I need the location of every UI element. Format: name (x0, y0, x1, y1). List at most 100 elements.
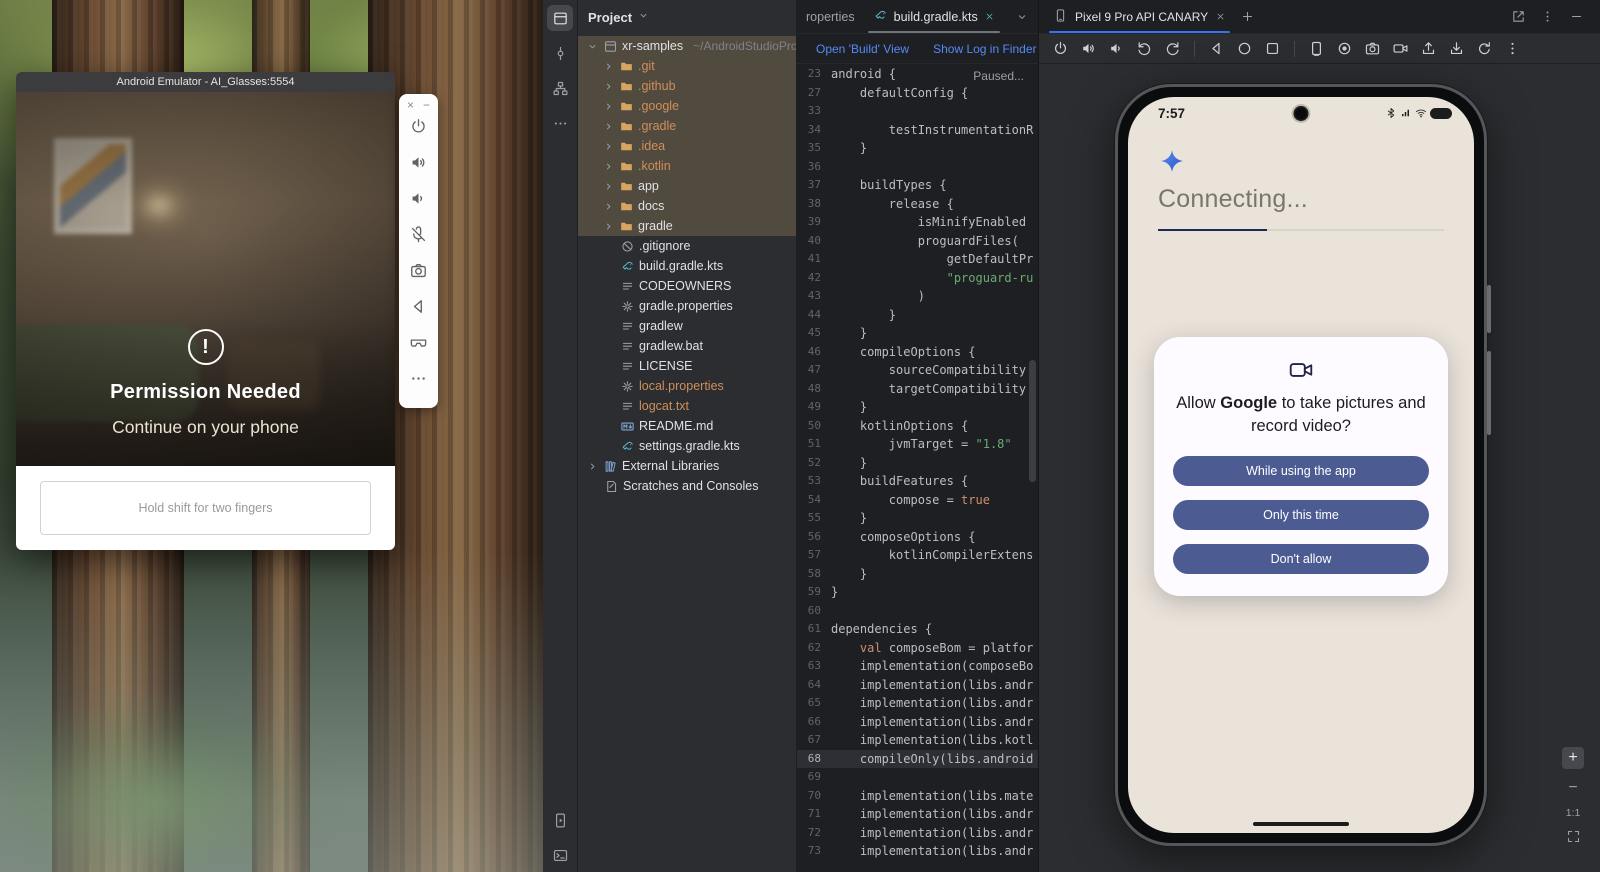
code-line-61[interactable]: 61dependencies { (797, 620, 1038, 639)
volume-up-button[interactable] (1077, 37, 1100, 60)
tree-item-license[interactable]: LICENSE (578, 356, 796, 376)
tree-item-gradle-properties[interactable]: gradle.properties (578, 296, 796, 316)
more-vertical-button[interactable] (1540, 9, 1555, 24)
activity-project-button[interactable] (547, 5, 573, 31)
tree-item-external-libraries[interactable]: External Libraries (578, 456, 796, 476)
screen-record-button[interactable] (1333, 37, 1356, 60)
code-line-39[interactable]: 39 isMinifyEnabled (797, 213, 1038, 232)
zoom-out-button[interactable]: − (1568, 779, 1577, 797)
activity-structure-button[interactable] (547, 75, 573, 101)
back-button[interactable] (409, 297, 428, 316)
code-line-37[interactable]: 37 buildTypes { (797, 176, 1038, 195)
more-vertical-button[interactable] (1501, 37, 1524, 60)
close-tab-button[interactable] (984, 11, 995, 22)
code-line-48[interactable]: 48 targetCompatibility (797, 380, 1038, 399)
code-line-49[interactable]: 49 } (797, 398, 1038, 417)
emulator-screen[interactable]: ! Permission Needed Continue on your pho… (16, 92, 395, 466)
code-line-41[interactable]: 41 getDefaultPr (797, 250, 1038, 269)
minus-button[interactable] (1569, 9, 1584, 24)
rotate-right-button[interactable] (1161, 37, 1184, 60)
open-build-view-link[interactable]: Open 'Build' View (816, 42, 909, 56)
tree-item-xr-samples[interactable]: xr-samples~/AndroidStudioProj (578, 36, 796, 56)
code-line-34[interactable]: 34 testInstrumentationR (797, 121, 1038, 140)
volume-down-button[interactable] (1105, 37, 1128, 60)
code-line-27[interactable]: 27 defaultConfig { (797, 84, 1038, 103)
code-line-71[interactable]: 71 implementation(libs.andr (797, 805, 1038, 824)
emulator-title-bar[interactable]: Android Emulator - AI_Glasses:5554 (16, 72, 395, 92)
tree-item-gitignore[interactable]: .gitignore (578, 236, 796, 256)
overview-button[interactable] (1261, 37, 1284, 60)
tree-item-build-gradle-kts[interactable]: build.gradle.kts (578, 256, 796, 276)
tree-item-readme-md[interactable]: README.md (578, 416, 796, 436)
device-screen[interactable]: 7:57 Connecting... (1128, 97, 1474, 833)
tree-item-gradle[interactable]: .gradle (578, 116, 796, 136)
show-log-in-finder-link[interactable]: Show Log in Finder (933, 42, 1036, 56)
code-line-36[interactable]: 36 (797, 158, 1038, 177)
tree-item-logcat-txt[interactable]: logcat.txt (578, 396, 796, 416)
video-button[interactable] (1389, 37, 1412, 60)
code-line-59[interactable]: 59} (797, 583, 1038, 602)
fit-screen-button[interactable] (1566, 829, 1581, 844)
tree-item-idea[interactable]: .idea (578, 136, 796, 156)
code-line-46[interactable]: 46 compileOptions { (797, 343, 1038, 362)
toolbar-close-button[interactable]: × (407, 99, 414, 111)
screenshot-button[interactable] (1305, 37, 1328, 60)
rotate-left-button[interactable] (1133, 37, 1156, 60)
zoom-in-button[interactable]: + (1562, 747, 1584, 769)
code-line-72[interactable]: 72 implementation(libs.andr (797, 824, 1038, 843)
code-line-47[interactable]: 47 sourceCompatibility (797, 361, 1038, 380)
toolbar-minimize-button[interactable]: − (423, 99, 430, 111)
power-button[interactable] (409, 117, 428, 136)
volume-down-button[interactable] (409, 189, 428, 208)
activity-commit-button[interactable] (547, 40, 573, 66)
only-this-time-button[interactable]: Only this time (1173, 500, 1429, 530)
code-line-43[interactable]: 43 ) (797, 287, 1038, 306)
camera-button[interactable] (409, 261, 428, 280)
code-line-51[interactable]: 51 jvmTarget = "1.8" (797, 435, 1038, 454)
code-line-67[interactable]: 67 implementation(libs.kotl (797, 731, 1038, 750)
project-panel-header[interactable]: Project (578, 0, 796, 34)
tabs-dropdown-button[interactable] (1006, 0, 1038, 33)
don-t-allow-button[interactable]: Don't allow (1173, 544, 1429, 574)
tree-item-git[interactable]: .git (578, 56, 796, 76)
tree-item-docs[interactable]: docs (578, 196, 796, 216)
code-line-42[interactable]: 42 "proguard-ru (797, 269, 1038, 288)
code-line-53[interactable]: 53 buildFeatures { (797, 472, 1038, 491)
code-line-45[interactable]: 45 } (797, 324, 1038, 343)
glasses-button[interactable] (409, 333, 428, 352)
activity-terminal-button[interactable] (547, 842, 573, 868)
camera-button[interactable] (1361, 37, 1384, 60)
activity-running-devices-button[interactable] (547, 807, 573, 833)
tab-gradle-properties[interactable]: roperties (797, 0, 864, 33)
add-device-tab-button[interactable] (1232, 0, 1263, 33)
editor-scrollbar[interactable] (1029, 360, 1036, 482)
more-horizontal-button[interactable] (409, 369, 428, 388)
code-line-55[interactable]: 55 } (797, 509, 1038, 528)
code-line-58[interactable]: 58 } (797, 565, 1038, 584)
tree-item-gradle[interactable]: gradle (578, 216, 796, 236)
device-tab-pixel-9-pro[interactable]: Pixel 9 Pro API CANARY (1047, 0, 1232, 33)
activity-more-horizontal-button[interactable] (547, 110, 573, 136)
code-editor[interactable]: Paused... 23android {27 defaultConfig {3… (797, 64, 1038, 872)
while-using-the-app-button[interactable]: While using the app (1173, 456, 1429, 486)
home-button[interactable] (1233, 37, 1256, 60)
download-button[interactable] (1445, 37, 1468, 60)
code-line-35[interactable]: 35 } (797, 139, 1038, 158)
open-in-new-window-button[interactable] (1511, 9, 1526, 24)
code-line-57[interactable]: 57 kotlinCompilerExtens (797, 546, 1038, 565)
code-line-73[interactable]: 73 implementation(libs.andr (797, 842, 1038, 861)
code-line-50[interactable]: 50 kotlinOptions { (797, 417, 1038, 436)
code-line-38[interactable]: 38 release { (797, 195, 1038, 214)
code-line-52[interactable]: 52 } (797, 454, 1038, 473)
mic-off-button[interactable] (409, 225, 428, 244)
tree-item-github[interactable]: .github (578, 76, 796, 96)
gesture-handle[interactable] (1253, 822, 1349, 826)
volume-up-button[interactable] (409, 153, 428, 172)
tree-item-google[interactable]: .google (578, 96, 796, 116)
tab-build-gradle-kts[interactable]: build.gradle.kts (864, 0, 1004, 33)
close-device-tab-button[interactable] (1215, 11, 1226, 22)
tree-item-kotlin[interactable]: .kotlin (578, 156, 796, 176)
tree-item-gradlew[interactable]: gradlew (578, 316, 796, 336)
tree-item-scratches-and-consoles[interactable]: Scratches and Consoles (578, 476, 796, 496)
code-line-60[interactable]: 60 (797, 602, 1038, 621)
